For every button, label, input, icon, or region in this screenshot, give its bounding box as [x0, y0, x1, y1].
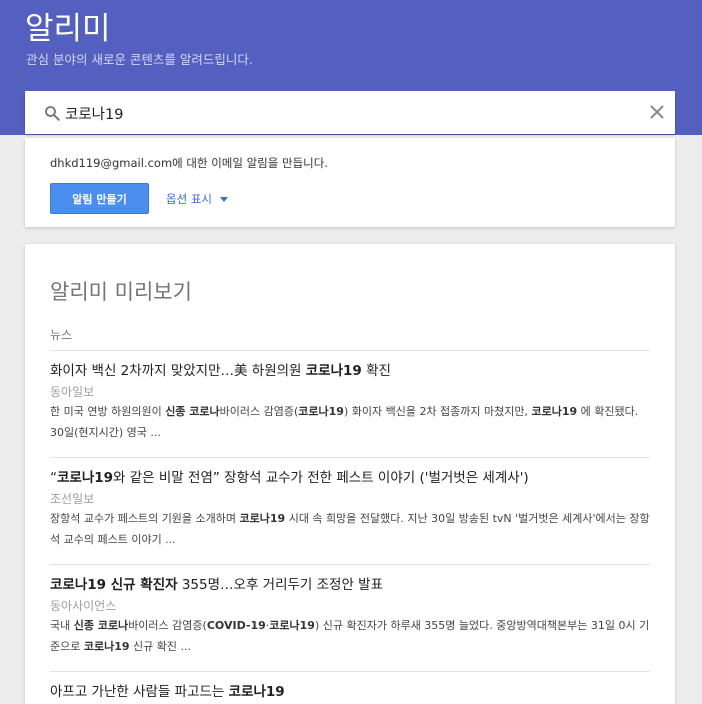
article-title[interactable]: 코로나19 신규 확진자 355명…오후 거리두기 조정안 발표 — [50, 576, 650, 594]
search-icon — [45, 106, 60, 121]
news-article[interactable]: “코로나19와 같은 비말 전염” 장항석 교수가 전한 페스트 이야기 ('벌… — [50, 469, 650, 550]
options-toggle[interactable]: 옵션 표시 — [166, 191, 228, 207]
article-snippet: 국내 신종 코로나바이러스 감염증(COVID-19·코로나19) 신규 확진자… — [50, 619, 650, 653]
email-notice: dhkd119@gmail.com에 대한 이메일 알림을 만듭니다. — [50, 156, 328, 170]
article-snippet: 장항석 교수가 페스트의 기원을 소개하며 코로나19 시대 속 희망을 전달했… — [50, 512, 650, 546]
article-snippet: 한 미국 연방 하원의원이 신종 코로나바이러스 감염증(코로나19) 화이자 … — [50, 405, 639, 439]
divider — [50, 671, 650, 672]
caret-down-icon — [219, 196, 228, 202]
article-title[interactable]: 아프고 가난한 사람들 파고드는 코로나19 — [50, 683, 650, 701]
article-title[interactable]: “코로나19와 같은 비말 전염” 장항석 교수가 전한 페스트 이야기 ('벌… — [50, 469, 650, 487]
app-title: 알리미 — [25, 11, 111, 47]
create-alert-button[interactable]: 알림 만들기 — [50, 183, 149, 214]
options-label: 옵션 표시 — [166, 192, 212, 206]
article-source: 조선일보 — [50, 492, 95, 506]
app-subtitle: 관심 분야의 새로운 콘텐츠를 알려드립니다. — [26, 52, 253, 67]
divider — [50, 350, 650, 351]
alert-preview-card: 알리미 미리보기 뉴스 화이자 백신 2차까지 맞았지만…美 하원의원 코로나1… — [25, 244, 675, 704]
news-article[interactable]: 화이자 백신 2차까지 맞았지만…美 하원의원 코로나19 확진 동아일보 한 … — [50, 362, 650, 443]
preview-title: 알리미 미리보기 — [50, 280, 192, 304]
search-box[interactable] — [25, 91, 675, 134]
section-label-news: 뉴스 — [50, 328, 73, 342]
divider — [50, 457, 650, 458]
create-alert-card: dhkd119@gmail.com에 대한 이메일 알림을 만듭니다. 알림 만… — [25, 138, 675, 227]
close-icon[interactable] — [649, 104, 665, 120]
news-article[interactable]: 아프고 가난한 사람들 파고드는 코로나19 — [50, 683, 650, 701]
article-title[interactable]: 화이자 백신 2차까지 맞았지만…美 하원의원 코로나19 확진 — [50, 362, 650, 380]
article-source: 동아사이언스 — [50, 599, 117, 613]
search-input[interactable] — [65, 101, 625, 125]
news-article[interactable]: 코로나19 신규 확진자 355명…오후 거리두기 조정안 발표 동아사이언스 … — [50, 576, 650, 657]
article-source: 동아일보 — [50, 385, 95, 399]
divider — [50, 564, 650, 565]
